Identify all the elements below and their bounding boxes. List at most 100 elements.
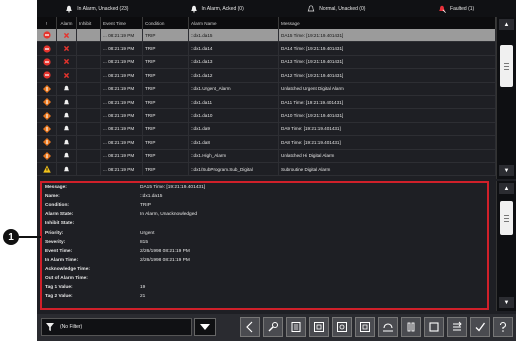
table-row[interactable]: ... 08:21:19 PM TRIP::dx1.da12 DA12 Time: … bbox=[37, 69, 496, 83]
detail-row: Tag 1 Value: 19 bbox=[42, 283, 487, 292]
high-priority-icon bbox=[42, 84, 51, 93]
detail-label: Tag 1 Value: bbox=[45, 285, 73, 291]
sort-button[interactable] bbox=[447, 317, 467, 337]
ack-all-button[interactable] bbox=[332, 317, 352, 337]
reset-icon bbox=[383, 323, 393, 332]
condition-cell: TRIP bbox=[143, 42, 189, 55]
back-icon bbox=[246, 321, 253, 333]
event-time-cell: ... 08:21:19 PM bbox=[101, 122, 143, 136]
inhibit-cell bbox=[77, 149, 101, 162]
message-cell: Unlatched Hi Digital Alarm bbox=[279, 149, 496, 162]
table-row[interactable]: ... 08:21:19 PM TRIP::dx1.da15 DA15 Time: … bbox=[37, 29, 496, 43]
table-row[interactable]: ... 08:21:19 PM TRIP::dx1/SubProgram.Sub_… bbox=[37, 162, 496, 177]
table-row[interactable]: ... 08:21:19 PM TRIP::dx1.da10 DA10 Time: … bbox=[37, 109, 496, 123]
detail-label: Event Time: bbox=[45, 248, 73, 254]
table-row[interactable]: ... 08:21:19 PM TRIP::dx1.da14 DA14 Time: … bbox=[37, 42, 496, 56]
priority-cell bbox=[37, 82, 57, 95]
inhibit-cell bbox=[77, 122, 101, 136]
details-scroll-down-button[interactable]: ▼ bbox=[499, 297, 514, 308]
tools-button[interactable] bbox=[263, 317, 283, 337]
column-header-0[interactable]: ! bbox=[37, 17, 57, 29]
table-row[interactable]: ... 08:21:19 PM TRIP::dx1.Urgent_Alarm Unl… bbox=[37, 82, 496, 96]
condition-cell: TRIP bbox=[143, 136, 189, 149]
priority-cell bbox=[37, 69, 57, 82]
bell-icon bbox=[64, 139, 69, 145]
detail-row: Alarm State: In Alarm, Unacknowledged bbox=[42, 210, 487, 219]
summary-tab-0[interactable]: In Alarm, Unacked (23) bbox=[37, 0, 157, 17]
scroll-up-button[interactable]: ▲ bbox=[499, 19, 514, 30]
detail-row: Tag 2 Value: 21 bbox=[42, 292, 487, 301]
column-header-4[interactable]: Condition bbox=[143, 17, 189, 29]
condition-cell: TRIP bbox=[143, 162, 189, 176]
details-scrollbar[interactable]: ▲ ▼ bbox=[496, 181, 516, 311]
filter-selector[interactable]: (No Filter) bbox=[41, 318, 192, 336]
detail-label: Out of Alarm Time: bbox=[45, 275, 88, 281]
inhibit-cell bbox=[77, 162, 101, 176]
bell-icon bbox=[64, 112, 69, 118]
detail-value: ::dx1.da15 bbox=[140, 194, 163, 200]
details-scroll-thumb[interactable] bbox=[500, 201, 513, 235]
bell-icon bbox=[64, 126, 69, 131]
funnel-icon bbox=[46, 323, 54, 331]
grid-scrollbar[interactable]: ▲ ▼ bbox=[496, 17, 516, 179]
tools-icon bbox=[268, 322, 278, 332]
detail-row: Condition: TRIP bbox=[42, 201, 487, 210]
scroll-down-button[interactable]: ▼ bbox=[499, 165, 514, 176]
stop-button[interactable] bbox=[424, 317, 444, 337]
detail-label: Severity: bbox=[45, 239, 66, 245]
high-priority-icon bbox=[42, 111, 51, 120]
ack-selected-button[interactable] bbox=[309, 317, 329, 337]
condition-cell: TRIP bbox=[143, 122, 189, 136]
help-icon bbox=[499, 321, 507, 332]
column-header-2[interactable]: Inhibit bbox=[77, 17, 101, 29]
summary-tab-2[interactable]: Normal, Unacked (0) bbox=[277, 0, 397, 17]
detail-label: In Alarm Time: bbox=[45, 257, 79, 263]
alarm-state-cell bbox=[57, 136, 77, 149]
medium-priority-icon bbox=[42, 165, 51, 173]
detail-value: 2/26/1998 08:21:19 PM bbox=[140, 248, 190, 254]
summary-tab-1[interactable]: In Alarm, Acked (0) bbox=[157, 0, 277, 17]
condition-cell: TRIP bbox=[143, 82, 189, 95]
detail-row: In Alarm Time: 2/26/1998 08:21:19 PM bbox=[42, 256, 487, 265]
inhibit-cell bbox=[77, 42, 101, 55]
table-row[interactable]: ... 08:21:19 PM TRIP::dx1.da8 DA8 Time: [1… bbox=[37, 136, 496, 150]
column-header-5[interactable]: Alarm Name bbox=[189, 17, 279, 29]
table-row[interactable]: ... 08:21:19 PM TRIP::dx1.da11 DA11 Time: … bbox=[37, 95, 496, 110]
detail-label: Name: bbox=[45, 194, 60, 200]
alarm-state-cell bbox=[57, 149, 77, 162]
reset-button[interactable] bbox=[378, 317, 398, 337]
help-button[interactable] bbox=[493, 317, 513, 337]
detail-value: TRIP bbox=[140, 203, 151, 209]
scroll-thumb[interactable] bbox=[500, 45, 513, 87]
table-row[interactable]: ... 08:21:19 PM TRIP::dx1.High_Alarm Unlat… bbox=[37, 149, 496, 163]
callout-marker: 1 bbox=[3, 229, 19, 245]
check-button[interactable] bbox=[470, 317, 490, 337]
inhibit-button[interactable] bbox=[355, 317, 375, 337]
detail-row: Event Time: 2/26/1998 08:21:19 PM bbox=[42, 247, 487, 256]
column-header-6[interactable]: Message bbox=[279, 17, 496, 29]
message-cell: DA11 Time: [19:21:19.401431] bbox=[279, 95, 496, 109]
bell-icon bbox=[66, 5, 73, 13]
details-scroll-up-button[interactable]: ▲ bbox=[499, 183, 514, 194]
alarm-name-cell: ::dx1.da15 bbox=[189, 29, 279, 42]
detail-label: Inhibit State: bbox=[45, 221, 75, 227]
message-cell: DA13 Time: [19:21:19.401431] bbox=[279, 55, 496, 69]
alarm-name-cell: ::dx1.Urgent_Alarm bbox=[189, 82, 279, 95]
column-header-1[interactable]: Alarm bbox=[57, 17, 77, 29]
ack-page-button[interactable] bbox=[286, 317, 306, 337]
column-header-3[interactable]: Event Time bbox=[101, 17, 143, 29]
summary-tab-3[interactable]: Faulted (1) bbox=[396, 0, 516, 17]
alarm-state-cell bbox=[57, 29, 77, 42]
inhibit-cell bbox=[77, 82, 101, 95]
filter-dropdown-button[interactable] bbox=[194, 318, 216, 336]
table-row[interactable]: ... 08:21:19 PM TRIP::dx1.da13 DA13 Time: … bbox=[37, 55, 496, 70]
urgent-priority-icon bbox=[42, 71, 51, 79]
back-button[interactable] bbox=[240, 317, 260, 337]
in-alarm-unacked-icon bbox=[63, 72, 70, 78]
condition-cell: TRIP bbox=[143, 149, 189, 162]
pause-button[interactable] bbox=[401, 317, 421, 337]
inhibit-cell bbox=[77, 95, 101, 109]
event-time-cell: ... 08:21:19 PM bbox=[101, 29, 143, 42]
table-row[interactable]: ... 08:21:19 PM TRIP::dx1.da9 DA9 Time: [1… bbox=[37, 122, 496, 137]
inhibit-icon bbox=[360, 322, 370, 332]
